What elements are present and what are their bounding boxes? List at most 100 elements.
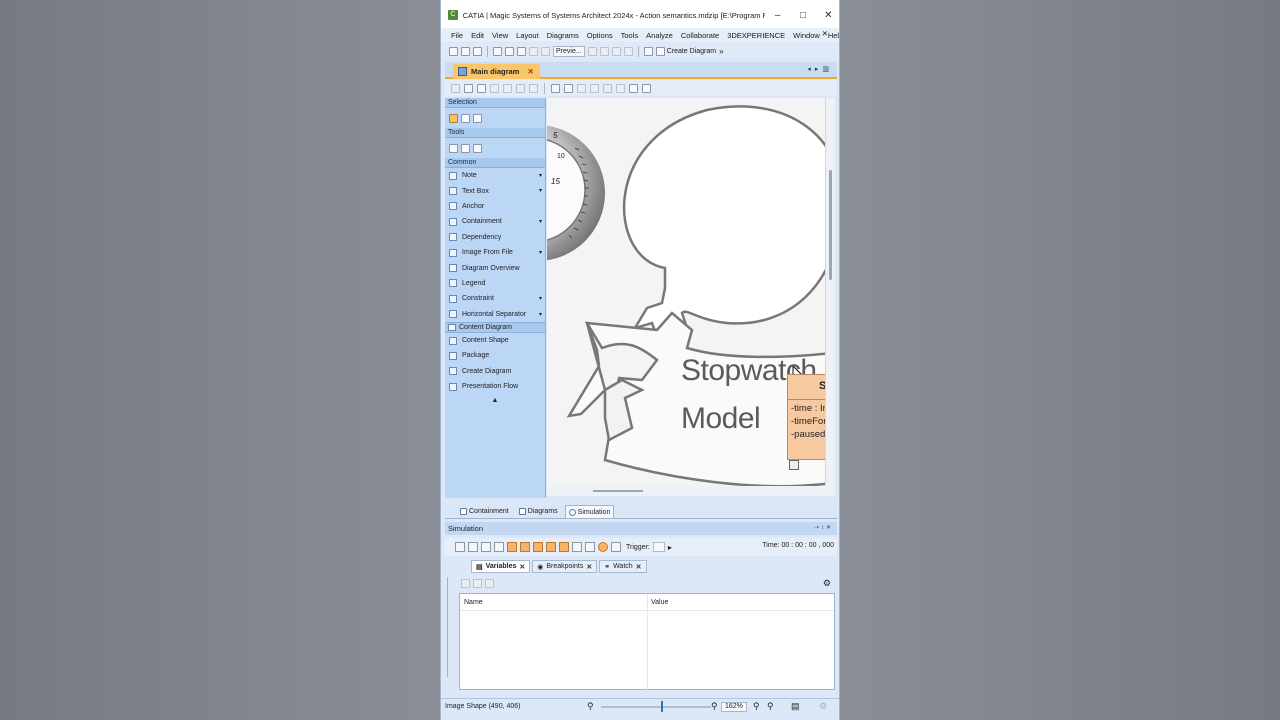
lock-icon[interactable] xyxy=(572,542,582,552)
menu-edit[interactable]: Edit xyxy=(471,31,484,40)
shape-resize-handle-icon[interactable] xyxy=(789,460,799,470)
tab-close-icon[interactable]: ✕ xyxy=(527,67,533,76)
toolbar-overflow-icon[interactable]: » xyxy=(719,47,723,56)
fill-color-icon[interactable] xyxy=(616,83,625,93)
redo-icon[interactable] xyxy=(541,46,550,56)
menu-layout[interactable]: Layout xyxy=(516,31,539,40)
zoom-slider[interactable] xyxy=(601,706,711,708)
view-options-icon[interactable] xyxy=(629,83,638,93)
refresh-variables-icon[interactable] xyxy=(461,579,470,588)
palette-item-package[interactable]: Package xyxy=(445,348,545,363)
split-tool-icon[interactable] xyxy=(461,143,470,153)
palette-selection-header[interactable]: Selection xyxy=(445,98,545,108)
canvas-horizontal-scrollbar[interactable] xyxy=(547,486,835,496)
tab-variables[interactable]: ▤ Variables ✕ xyxy=(471,560,531,573)
diagram-back-icon[interactable] xyxy=(451,83,460,93)
palette-item-presentation-flow[interactable]: Presentation Flow xyxy=(445,379,545,394)
menu-collaborate[interactable]: Collaborate xyxy=(681,31,719,40)
palette-common-header[interactable]: Common xyxy=(445,158,545,168)
column-name-header[interactable]: Name xyxy=(464,599,483,606)
fit-page-icon[interactable]: ▤ xyxy=(791,701,800,712)
trigger-list-icon[interactable] xyxy=(611,542,621,552)
config-icon[interactable] xyxy=(585,542,595,552)
variables-gear-icon[interactable]: ⚙ xyxy=(823,578,831,589)
palette-item-dependency[interactable]: Dependency xyxy=(445,230,545,245)
layout-icon[interactable] xyxy=(529,83,538,93)
palette-item-containment[interactable]: Containment ▾ xyxy=(445,214,545,229)
zoom-fit-icon[interactable] xyxy=(551,83,560,93)
lock-tool-icon[interactable] xyxy=(449,143,458,153)
zoom-search-icon[interactable]: ⚲ xyxy=(587,701,594,712)
menu-3dexperience[interactable]: 3DEXPERIENCE xyxy=(727,31,785,40)
marquee-select-icon[interactable] xyxy=(473,113,482,123)
shape-icon[interactable] xyxy=(590,83,599,93)
tab-navigation-icon[interactable]: ◂▸▥ xyxy=(807,65,833,73)
spacer-tool-icon[interactable] xyxy=(473,143,482,153)
select-all-icon[interactable] xyxy=(464,83,473,93)
canvas-vertical-scrollbar[interactable] xyxy=(825,98,835,486)
swimlane-icon[interactable] xyxy=(603,83,612,93)
menu-diagrams[interactable]: Diagrams xyxy=(547,31,579,40)
tab-breakpoints[interactable]: ◉ Breakpoints ✕ xyxy=(532,560,598,573)
collapse-variables-icon[interactable] xyxy=(485,579,494,588)
zoom-level[interactable]: 162% xyxy=(721,702,747,712)
trigger-select[interactable] xyxy=(652,542,665,552)
tab-simulation[interactable]: Simulation xyxy=(564,505,615,518)
new-project-icon[interactable] xyxy=(449,46,458,56)
palette-item-constraint[interactable]: Constraint ▾ xyxy=(445,291,545,306)
palette-item-note[interactable]: Note ▾ xyxy=(445,168,545,183)
zoom-tool-icon[interactable] xyxy=(461,113,470,123)
preview-dropdown[interactable]: Previe... xyxy=(553,45,585,57)
panel-window-controls-icon[interactable]: ⇢↕✕ xyxy=(814,522,833,535)
refresh-icon[interactable] xyxy=(623,46,633,56)
trigger-send-icon[interactable]: ▸ xyxy=(668,543,672,552)
tab-breakpoints-close-icon[interactable]: ✕ xyxy=(586,563,592,571)
palette-item-text-box[interactable]: Text Box ▾ xyxy=(445,183,545,198)
home-icon[interactable] xyxy=(577,83,586,93)
palette-item-legend[interactable]: Legend xyxy=(445,276,545,291)
line-style-icon[interactable] xyxy=(490,83,499,93)
infinity-icon[interactable] xyxy=(559,542,569,552)
chevron-down-icon[interactable]: ▾ xyxy=(539,311,542,318)
menu-window[interactable]: Window xyxy=(793,31,820,40)
menu-file[interactable]: File xyxy=(451,31,463,40)
palette-item-content-shape[interactable]: Content Shape xyxy=(445,333,545,348)
step-over-icon[interactable] xyxy=(468,542,478,552)
close-button[interactable]: ✕ xyxy=(816,10,839,21)
menu-view[interactable]: View xyxy=(492,31,508,40)
save-icon[interactable] xyxy=(473,46,482,56)
menu-options[interactable]: Options xyxy=(587,31,613,40)
pointer-icon[interactable] xyxy=(449,113,458,123)
step-out-icon[interactable] xyxy=(481,542,491,552)
forward-icon[interactable] xyxy=(599,46,609,56)
align-icon[interactable] xyxy=(503,83,512,93)
animation-icon[interactable] xyxy=(507,542,517,552)
tab-variables-close-icon[interactable]: ✕ xyxy=(519,563,525,571)
open-project-icon[interactable] xyxy=(461,46,470,56)
stop-icon[interactable] xyxy=(494,542,504,552)
palette-content-diagram-header[interactable]: Content Diagram xyxy=(445,321,545,333)
stopwatch-class-block[interactable]: S -time : In -timeFor -paused xyxy=(787,374,825,460)
chevron-down-icon[interactable]: ▾ xyxy=(539,187,542,194)
zoom-reset-icon[interactable]: ⚲ xyxy=(767,701,774,712)
chevron-down-icon[interactable]: ▾ xyxy=(539,218,542,225)
expand-variables-icon[interactable] xyxy=(473,579,482,588)
back-icon[interactable] xyxy=(587,46,597,56)
palette-item-create-diagram[interactable]: Create Diagram xyxy=(445,364,545,379)
palette-tools-header[interactable]: Tools xyxy=(445,128,545,138)
find-icon[interactable] xyxy=(642,83,651,93)
zoom-in-icon[interactable]: ⚲ xyxy=(753,701,760,712)
step-back-icon[interactable] xyxy=(455,542,465,552)
palette-collapse-icon[interactable]: ▲ xyxy=(445,397,545,404)
chevron-down-icon[interactable]: ▾ xyxy=(539,172,542,179)
menu-tools[interactable]: Tools xyxy=(621,31,639,40)
tab-diagrams[interactable]: Diagrams xyxy=(516,505,561,518)
palette-item-image-from-file[interactable]: Image From File ▾ xyxy=(445,245,545,260)
zoom-slider-thumb[interactable] xyxy=(661,701,663,712)
timers-icon[interactable] xyxy=(546,542,556,552)
palette-item-anchor[interactable]: Anchor xyxy=(445,199,545,214)
column-value-header[interactable]: Value xyxy=(651,599,668,606)
status-settings-icon[interactable]: ⚙ xyxy=(819,701,827,712)
diagram-canvas[interactable]: 5 10 15 Stopwatch Model S -time : In -ti… xyxy=(547,98,825,486)
export-icon[interactable] xyxy=(517,46,526,56)
